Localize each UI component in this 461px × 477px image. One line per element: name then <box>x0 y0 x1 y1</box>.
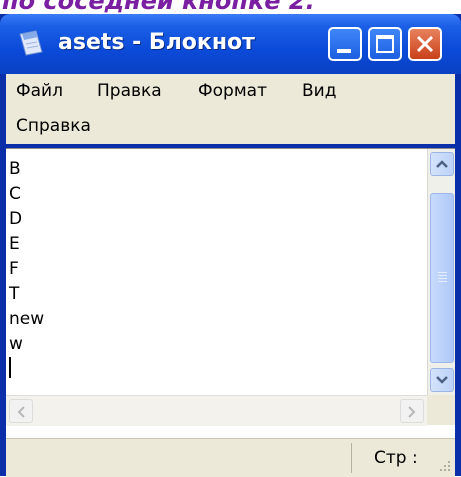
vertical-scroll-thumb[interactable] <box>430 193 454 363</box>
text-line: E <box>9 234 20 254</box>
text-line: D <box>9 209 23 229</box>
menu-help[interactable]: Справка <box>16 115 91 137</box>
horizontal-scrollbar[interactable] <box>6 395 427 426</box>
thumb-grip-line <box>438 275 447 276</box>
notepad-icon[interactable] <box>16 28 46 58</box>
window-title: asets - Блокнот <box>58 30 255 55</box>
close-icon <box>416 35 434 53</box>
text-line: C <box>9 184 21 204</box>
status-divider <box>351 443 352 473</box>
close-button[interactable] <box>408 27 442 61</box>
resize-grip-icon[interactable] <box>436 457 452 473</box>
menu-edit[interactable]: Правка <box>97 80 162 102</box>
caption-strip: по соседней кнопке 2. <box>0 0 461 14</box>
chevron-right-icon <box>408 406 416 418</box>
text-editor[interactable]: B C D E F T new w <box>9 157 426 389</box>
text-line: w <box>9 334 23 354</box>
text-caret <box>9 357 11 378</box>
menu-format[interactable]: Формат <box>198 80 267 102</box>
vertical-scrollbar[interactable] <box>427 149 455 395</box>
scroll-up-button[interactable] <box>430 152 454 176</box>
minimize-icon <box>337 49 351 53</box>
maximize-icon <box>376 35 394 53</box>
scroll-left-button[interactable] <box>9 399 33 423</box>
chevron-up-icon <box>436 160 448 168</box>
caret-line <box>9 357 426 382</box>
caption-text: по соседней кнопке 2. <box>2 0 315 14</box>
scroll-down-button[interactable] <box>430 368 454 392</box>
thumb-grip-line <box>438 272 447 273</box>
menu-bar: Файл Правка Формат Вид Справка <box>6 74 455 144</box>
chevron-down-icon <box>436 376 448 384</box>
scroll-right-button[interactable] <box>400 399 424 423</box>
status-bar: Стр : <box>6 438 455 477</box>
maximize-button[interactable] <box>368 27 402 61</box>
menu-view[interactable]: Вид <box>302 80 336 102</box>
minimize-button[interactable] <box>328 27 362 61</box>
thumb-grip-line <box>438 281 447 282</box>
status-position: Стр : <box>374 448 418 468</box>
scrollbar-corner <box>427 395 455 425</box>
thumb-grip-line <box>438 278 447 279</box>
notepad-window: asets - Блокнот Файл Правка Формат Вид С… <box>0 14 461 477</box>
text-line: B <box>9 159 21 179</box>
text-line: new <box>9 309 45 329</box>
title-bar[interactable]: asets - Блокнот <box>0 14 461 74</box>
menu-file[interactable]: Файл <box>16 80 63 102</box>
text-line: F <box>9 259 19 279</box>
text-line: T <box>9 284 20 304</box>
chevron-left-icon <box>17 406 25 418</box>
editor-area: B C D E F T new w <box>6 148 455 439</box>
